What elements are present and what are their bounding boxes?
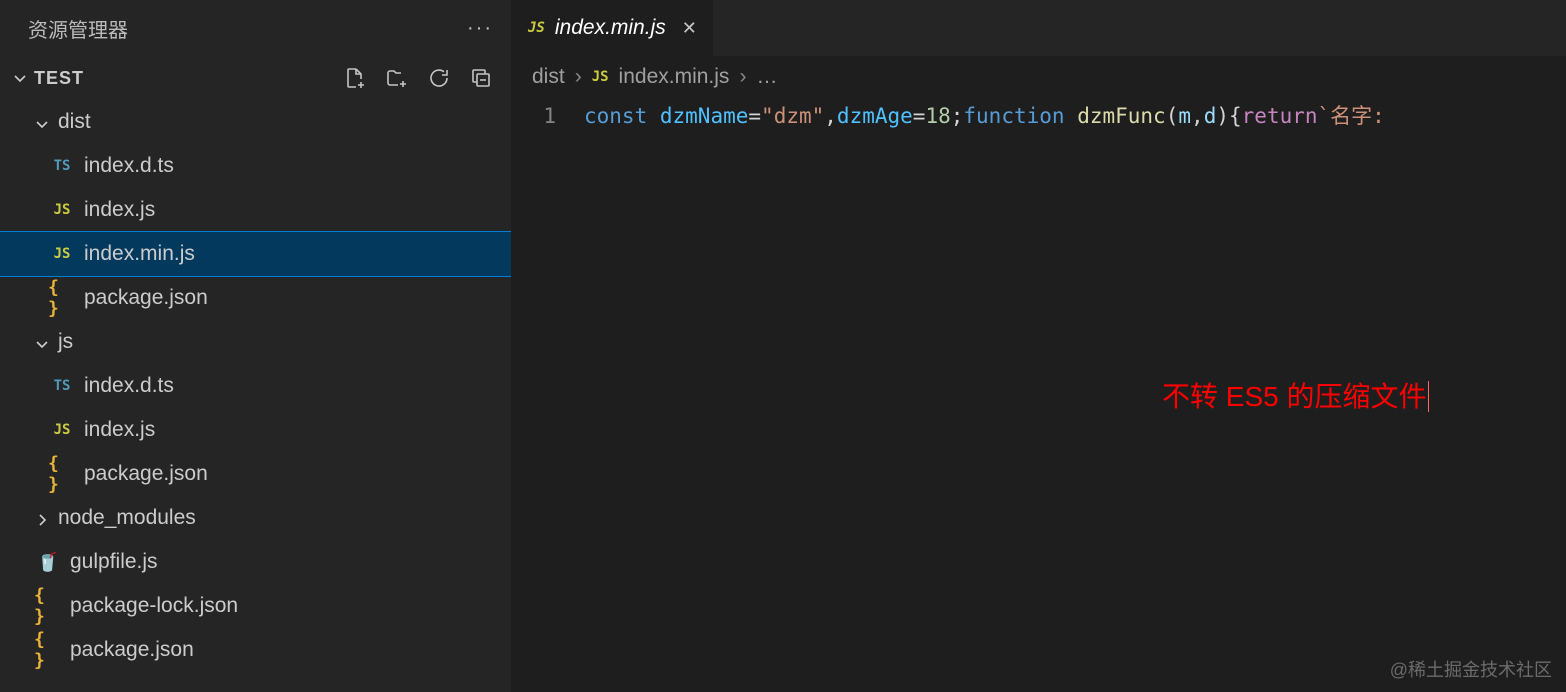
gulp-icon: 🥤 [34, 552, 62, 573]
annotation-text: 不转 ES5 的压缩文件 [1162, 375, 1429, 415]
code-token: `名字: [1318, 104, 1385, 128]
tree-item-label: index.min.js [84, 242, 195, 266]
tree-item-label: gulpfile.js [70, 550, 158, 574]
chevron-right-icon: › [739, 65, 746, 89]
tree-item-label: package.json [70, 638, 194, 662]
tree-file[interactable]: TS index.d.ts [0, 364, 511, 408]
code-token: dzmAge [837, 104, 913, 128]
explorer-header: 资源管理器 ··· [0, 0, 511, 56]
chevron-down-icon [12, 70, 28, 86]
tree-item-label: js [58, 330, 73, 354]
new-folder-icon[interactable] [385, 66, 409, 90]
tree-file[interactable]: JS index.js [0, 408, 511, 452]
collapse-all-icon[interactable] [469, 66, 493, 90]
code-token: return [1242, 104, 1318, 128]
code-token: { [1229, 104, 1242, 128]
code-token: function [963, 104, 1064, 128]
tree-item-label: package.json [84, 462, 208, 486]
code-token: dzmName [660, 104, 749, 128]
chevron-right-icon: › [575, 65, 582, 89]
tree-item-label: dist [58, 110, 91, 134]
tree-item-label: package-lock.json [70, 594, 238, 618]
tab-index-min-js[interactable]: JS index.min.js ✕ [512, 0, 714, 56]
json-icon: { } [48, 453, 76, 495]
root-folder-row[interactable]: TEST [0, 56, 511, 100]
ts-icon: TS [48, 378, 76, 394]
tree-item-label: index.js [84, 418, 155, 442]
code-token: ( [1166, 104, 1179, 128]
tree-file[interactable]: JS index.min.js [0, 232, 511, 276]
tree-folder[interactable]: node_modules [0, 496, 511, 540]
code-token: = [748, 104, 761, 128]
code-line-1[interactable]: const dzmName="dzm",dzmAge=18;function d… [584, 100, 1385, 132]
js-icon: JS [528, 20, 545, 36]
code-token: , [824, 104, 837, 128]
tree-item-label: package.json [84, 286, 208, 310]
code-token: m [1178, 104, 1191, 128]
tab-bar: JS index.min.js ✕ [512, 0, 1566, 56]
tree-item-label: node_modules [58, 506, 196, 530]
chevron-down-icon [34, 334, 50, 350]
tree-item-label: index.d.ts [84, 374, 174, 398]
explorer-title: 资源管理器 [28, 14, 128, 43]
more-actions-icon[interactable]: ··· [467, 17, 493, 40]
breadcrumb[interactable]: dist › JS index.min.js › … [512, 56, 1566, 98]
tree-file[interactable]: 🥤 gulpfile.js [0, 540, 511, 584]
editor-pane: JS index.min.js ✕ dist › JS index.min.js… [512, 0, 1566, 692]
file-tree: dist TS index.d.ts JS index.js JS index.min.js… [0, 100, 511, 692]
tree-file[interactable]: JS index.js [0, 188, 511, 232]
tree-file[interactable]: { } package.json [0, 628, 511, 672]
watermark: @稀土掘金技术社区 [1390, 656, 1552, 682]
breadcrumb-seg-file[interactable]: index.min.js [619, 65, 730, 89]
tree-file[interactable]: { } package-lock.json [0, 584, 511, 628]
tree-file[interactable]: TS index.d.ts [0, 144, 511, 188]
code-token: ) [1216, 104, 1229, 128]
code-token: = [913, 104, 926, 128]
code-token: , [1191, 104, 1204, 128]
tree-item-label: index.d.ts [84, 154, 174, 178]
chevron-down-icon [34, 114, 50, 130]
root-folder-left: TEST [12, 68, 84, 89]
js-icon: JS [48, 422, 76, 438]
json-icon: { } [34, 585, 62, 627]
code-token: dzmFunc [1077, 104, 1166, 128]
code-token: ; [951, 104, 964, 128]
breadcrumb-seg-dist[interactable]: dist [532, 65, 565, 89]
js-icon: JS [48, 246, 76, 262]
code-area[interactable]: 1 const dzmName="dzm",dzmAge=18;function… [512, 98, 1566, 132]
tree-file[interactable]: { } package.json [0, 276, 511, 320]
explorer-sidebar: 资源管理器 ··· TEST dist TS index.d.ts JS index.j… [0, 0, 512, 692]
tree-file[interactable]: { } package.json [0, 452, 511, 496]
json-icon: { } [48, 277, 76, 319]
code-token: 18 [925, 104, 950, 128]
close-icon[interactable]: ✕ [682, 18, 697, 39]
code-token: const [584, 104, 647, 128]
tab-label: index.min.js [555, 16, 666, 40]
js-icon: JS [592, 69, 609, 85]
breadcrumb-tail[interactable]: … [756, 65, 777, 89]
code-token: d [1204, 104, 1217, 128]
tree-folder[interactable]: js [0, 320, 511, 364]
new-file-icon[interactable] [343, 66, 367, 90]
line-number: 1 [512, 100, 584, 132]
tree-folder[interactable]: dist [0, 100, 511, 144]
ts-icon: TS [48, 158, 76, 174]
explorer-toolbar [343, 66, 493, 90]
refresh-icon[interactable] [427, 66, 451, 90]
root-folder-name: TEST [34, 68, 84, 89]
code-token: "dzm" [761, 104, 824, 128]
tree-item-label: index.js [84, 198, 155, 222]
json-icon: { } [34, 629, 62, 671]
chevron-right-icon [34, 510, 50, 526]
js-icon: JS [48, 202, 76, 218]
